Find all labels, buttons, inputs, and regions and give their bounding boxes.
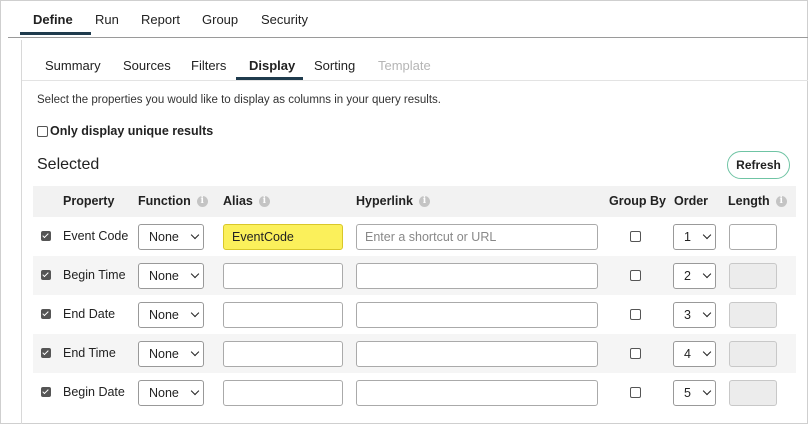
function-select[interactable]: None — [138, 263, 204, 289]
tab-security[interactable]: Security — [261, 12, 308, 27]
tab-report[interactable]: Report — [141, 12, 180, 27]
unique-results-label: Only display unique results — [50, 124, 214, 138]
tab-group[interactable]: Group — [202, 12, 238, 27]
function-select[interactable]: None — [138, 341, 204, 367]
top-tab-bar: Define Run Report Group Security — [8, 0, 808, 38]
chevron-down-icon — [702, 230, 712, 240]
group-by-checkbox[interactable] — [630, 387, 641, 398]
header-length: Length i — [728, 194, 787, 208]
property-name: Begin Time — [63, 268, 126, 282]
property-name: End Date — [63, 307, 116, 321]
function-select[interactable]: None — [138, 302, 204, 328]
table-row: End Date None 3 — [33, 295, 796, 334]
header-order: Order — [674, 194, 709, 208]
table-row: Begin Date None 5 — [33, 373, 796, 412]
alias-input[interactable] — [223, 380, 343, 406]
define-panel: Summary Sources Filters Display Sorting … — [21, 40, 808, 424]
group-by-checkbox[interactable] — [630, 270, 641, 281]
active-tab-indicator — [20, 32, 91, 35]
header-property: Property — [63, 194, 115, 208]
alias-input[interactable]: EventCode — [223, 224, 343, 250]
table-row: End Time None 4 — [33, 334, 796, 373]
order-select[interactable]: 5 — [673, 380, 716, 406]
order-select[interactable]: 4 — [673, 341, 716, 367]
chevron-down-icon — [702, 308, 712, 318]
group-by-checkbox[interactable] — [630, 348, 641, 359]
row-select-checkbox[interactable] — [41, 348, 51, 358]
hyperlink-input[interactable]: Enter a shortcut or URL — [356, 224, 598, 250]
info-icon[interactable]: i — [418, 195, 430, 207]
section-title: Selected — [37, 156, 100, 173]
length-input — [729, 341, 777, 367]
active-subtab-indicator — [236, 77, 303, 80]
chevron-down-icon — [190, 386, 200, 396]
hyperlink-input[interactable] — [356, 341, 598, 367]
length-input — [729, 380, 777, 406]
alias-input[interactable] — [223, 341, 343, 367]
tab-display[interactable]: Display — [249, 58, 295, 73]
row-select-checkbox[interactable] — [41, 387, 51, 397]
alias-input[interactable] — [223, 302, 343, 328]
order-select[interactable]: 3 — [673, 302, 716, 328]
property-name: End Time — [63, 346, 116, 360]
tab-sorting[interactable]: Sorting — [314, 58, 355, 73]
length-input — [729, 263, 777, 289]
table-row: Event Code None EventCode Enter a shortc… — [33, 217, 796, 256]
chevron-down-icon — [190, 347, 200, 357]
hyperlink-input[interactable] — [356, 263, 598, 289]
tab-summary[interactable]: Summary — [45, 58, 101, 73]
instructions-text: Select the properties you would like to … — [37, 94, 441, 106]
chevron-down-icon — [190, 230, 200, 240]
hyperlink-input[interactable] — [356, 302, 598, 328]
row-select-checkbox[interactable] — [41, 270, 51, 280]
length-input — [729, 302, 777, 328]
row-select-checkbox[interactable] — [41, 309, 51, 319]
order-select[interactable]: 2 — [673, 263, 716, 289]
property-name: Event Code — [63, 229, 129, 243]
sub-tab-bar: Summary Sources Filters Display Sorting … — [22, 40, 808, 81]
tab-run[interactable]: Run — [95, 12, 119, 27]
hyperlink-input[interactable] — [356, 380, 598, 406]
refresh-button[interactable]: Refresh — [727, 151, 790, 179]
info-icon[interactable]: i — [775, 195, 787, 207]
header-hyperlink: Hyperlink i — [356, 194, 430, 208]
tab-define[interactable]: Define — [33, 12, 73, 27]
unique-results-option[interactable]: Only display unique results — [37, 124, 213, 138]
function-select[interactable]: None — [138, 380, 204, 406]
chevron-down-icon — [190, 269, 200, 279]
tab-template: Template — [378, 58, 431, 73]
chevron-down-icon — [702, 269, 712, 279]
row-select-checkbox[interactable] — [41, 231, 51, 241]
unique-results-checkbox[interactable] — [37, 125, 48, 137]
info-icon[interactable]: i — [258, 195, 270, 207]
header-alias: Alias i — [223, 194, 270, 208]
chevron-down-icon — [702, 386, 712, 396]
table-row: Begin Time None 2 — [33, 256, 796, 295]
order-select[interactable]: 1 — [673, 224, 716, 250]
property-name: Begin Date — [63, 385, 125, 399]
info-icon[interactable]: i — [196, 195, 208, 207]
header-function: Function i — [138, 194, 208, 208]
header-group-by: Group By — [609, 194, 666, 208]
group-by-checkbox[interactable] — [630, 231, 641, 242]
function-select[interactable]: None — [138, 224, 204, 250]
alias-input[interactable] — [223, 263, 343, 289]
group-by-checkbox[interactable] — [630, 309, 641, 320]
tab-filters[interactable]: Filters — [191, 58, 226, 73]
chevron-down-icon — [702, 347, 712, 357]
chevron-down-icon — [190, 308, 200, 318]
tab-sources[interactable]: Sources — [123, 58, 171, 73]
length-input[interactable] — [729, 224, 777, 250]
table-header: Property Function i Alias i Hyperlink i Gro… — [33, 186, 796, 217]
